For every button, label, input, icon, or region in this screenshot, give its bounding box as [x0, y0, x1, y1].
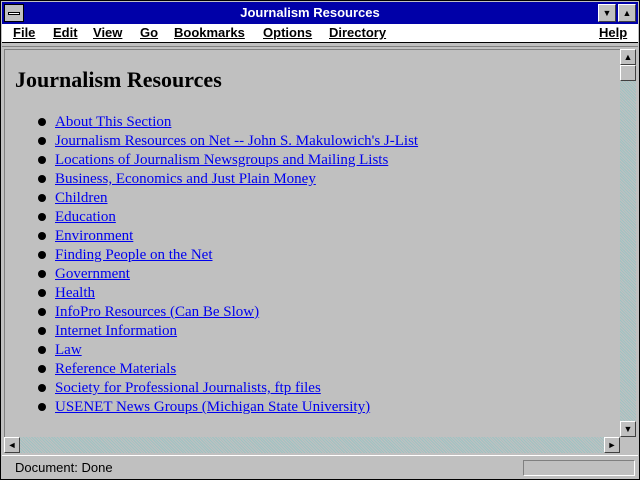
- link-finding-people[interactable]: Finding People on the Net: [55, 247, 213, 263]
- bullet-icon: [38, 213, 46, 221]
- maximize-button[interactable]: ▲: [618, 4, 636, 22]
- vertical-scroll-thumb[interactable]: [620, 65, 636, 81]
- list-item: Health: [5, 284, 418, 303]
- document-view: Journalism Resources About This Section …: [4, 49, 620, 437]
- resource-link-list: About This Section Journalism Resources …: [5, 113, 418, 417]
- scroll-down-button[interactable]: ▼: [620, 421, 636, 437]
- link-education[interactable]: Education: [55, 209, 116, 225]
- bullet-icon: [38, 118, 46, 126]
- status-text: Document: Done: [15, 460, 113, 475]
- scroll-left-button[interactable]: ◄: [4, 437, 20, 453]
- system-menu-button[interactable]: [4, 4, 24, 22]
- list-item: Journalism Resources on Net -- John S. M…: [5, 132, 418, 151]
- list-item: Education: [5, 208, 418, 227]
- menu-view[interactable]: View: [93, 25, 122, 40]
- menu-help[interactable]: Help: [599, 25, 627, 40]
- bullet-icon: [38, 137, 46, 145]
- link-infopro[interactable]: InfoPro Resources (Can Be Slow): [55, 304, 259, 320]
- link-about-section[interactable]: About This Section: [55, 114, 171, 130]
- list-item: Government: [5, 265, 418, 284]
- bullet-icon: [38, 365, 46, 373]
- list-item: Finding People on the Net: [5, 246, 418, 265]
- bullet-icon: [38, 175, 46, 183]
- link-government[interactable]: Government: [55, 266, 130, 282]
- menu-directory[interactable]: Directory: [329, 25, 386, 40]
- bullet-icon: [38, 251, 46, 259]
- browser-window: Journalism Resources ▼ ▲ File Edit View …: [0, 0, 640, 480]
- link-children[interactable]: Children: [55, 190, 108, 206]
- bullet-icon: [38, 232, 46, 240]
- link-reference-materials[interactable]: Reference Materials: [55, 361, 176, 377]
- list-item: InfoPro Resources (Can Be Slow): [5, 303, 418, 322]
- toolbar-divider: [2, 43, 638, 47]
- list-item: Internet Information: [5, 322, 418, 341]
- list-item: Business, Economics and Just Plain Money: [5, 170, 418, 189]
- bullet-icon: [38, 327, 46, 335]
- link-law[interactable]: Law: [55, 342, 82, 358]
- scroll-up-button[interactable]: ▲: [620, 49, 636, 65]
- horizontal-scrollbar[interactable]: ◄ ►: [4, 437, 620, 453]
- horizontal-scroll-track[interactable]: [20, 437, 604, 453]
- title-bar: Journalism Resources ▼ ▲: [2, 2, 638, 24]
- link-newsgroups-mailing-lists[interactable]: Locations of Journalism Newsgroups and M…: [55, 152, 388, 168]
- list-item: USENET News Groups (Michigan State Unive…: [5, 398, 418, 417]
- menu-edit[interactable]: Edit: [53, 25, 78, 40]
- menu-go[interactable]: Go: [140, 25, 158, 40]
- link-environment[interactable]: Environment: [55, 228, 133, 244]
- status-bar: Document: Done: [2, 455, 638, 479]
- list-item: Reference Materials: [5, 360, 418, 379]
- link-health[interactable]: Health: [55, 285, 95, 301]
- bullet-icon: [38, 403, 46, 411]
- link-spj-ftp-files[interactable]: Society for Professional Journalists, ft…: [55, 380, 321, 396]
- list-item: Locations of Journalism Newsgroups and M…: [5, 151, 418, 170]
- vertical-scroll-track[interactable]: [620, 65, 636, 421]
- bullet-icon: [38, 384, 46, 392]
- menu-options[interactable]: Options: [263, 25, 312, 40]
- bullet-icon: [38, 308, 46, 316]
- menu-file[interactable]: File: [13, 25, 35, 40]
- link-j-list[interactable]: Journalism Resources on Net -- John S. M…: [55, 133, 418, 149]
- menu-bookmarks[interactable]: Bookmarks: [174, 25, 245, 40]
- progress-indicator: [523, 460, 635, 476]
- bullet-icon: [38, 270, 46, 278]
- window-title: Journalism Resources: [240, 5, 380, 20]
- bullet-icon: [38, 346, 46, 354]
- minimize-button[interactable]: ▼: [598, 4, 616, 22]
- system-menu-icon: [8, 12, 20, 15]
- link-internet-information[interactable]: Internet Information: [55, 323, 177, 339]
- bullet-icon: [38, 156, 46, 164]
- link-usenet-news-groups[interactable]: USENET News Groups (Michigan State Unive…: [55, 399, 370, 415]
- menu-bar: File Edit View Go Bookmarks Options Dire…: [2, 24, 638, 43]
- scrollbar-corner: [620, 437, 636, 453]
- list-item: About This Section: [5, 113, 418, 132]
- page-title: Journalism Resources: [15, 67, 222, 92]
- bullet-icon: [38, 289, 46, 297]
- list-item: Law: [5, 341, 418, 360]
- scroll-right-button[interactable]: ►: [604, 437, 620, 453]
- list-item: Environment: [5, 227, 418, 246]
- link-business[interactable]: Business, Economics and Just Plain Money: [55, 171, 316, 187]
- vertical-scrollbar[interactable]: ▲ ▼: [620, 49, 636, 437]
- list-item: Society for Professional Journalists, ft…: [5, 379, 418, 398]
- bullet-icon: [38, 194, 46, 202]
- list-item: Children: [5, 189, 418, 208]
